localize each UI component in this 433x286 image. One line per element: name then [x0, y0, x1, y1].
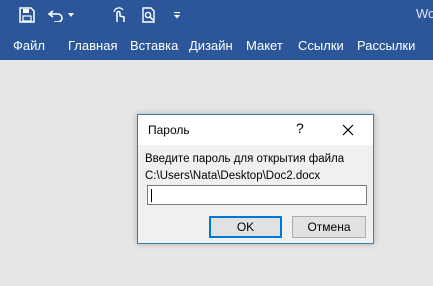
tab-home[interactable]: Главная: [68, 38, 117, 53]
save-button[interactable]: [12, 0, 42, 30]
close-button[interactable]: [338, 120, 358, 140]
password-input[interactable]: [147, 185, 367, 205]
customize-toolbar-icon: [174, 12, 180, 19]
cancel-button[interactable]: Отмена: [292, 216, 366, 238]
password-prompt: Введите пароль для открытия файла: [145, 153, 345, 165]
dialog-title-bar[interactable]: Пароль ?: [138, 115, 373, 145]
title-bar: Wo: [0, 0, 433, 30]
dialog-title: Пароль: [148, 123, 190, 137]
customize-toolbar-button[interactable]: [170, 0, 184, 30]
app-title: Wo: [416, 6, 433, 21]
password-dialog: Пароль ? Введите пароль для открытия фай…: [137, 114, 374, 244]
save-icon: [19, 7, 35, 23]
print-preview-button[interactable]: [138, 0, 160, 30]
close-icon: [342, 124, 354, 136]
tab-references[interactable]: Ссылки: [298, 38, 344, 53]
undo-dropdown-icon: [68, 13, 74, 17]
undo-button[interactable]: [45, 0, 67, 30]
touch-mode-icon: [113, 7, 125, 22]
text-caret: [151, 189, 152, 202]
tab-insert[interactable]: Вставка: [130, 38, 178, 53]
file-path: C:\Users\Nata\Desktop\Doc2.docx: [145, 170, 321, 182]
ok-button[interactable]: OK: [209, 216, 282, 238]
tab-layout[interactable]: Макет: [246, 38, 283, 53]
print-preview-icon: [142, 7, 155, 23]
tab-mailings[interactable]: Рассылки: [357, 38, 415, 53]
touch-mode-button[interactable]: [108, 0, 130, 30]
undo-dropdown-button[interactable]: [65, 0, 77, 30]
help-button[interactable]: ?: [296, 120, 304, 136]
ribbon-tabs: Файл Главная Вставка Дизайн Макет Ссылки…: [0, 30, 433, 60]
undo-icon: [48, 10, 63, 22]
tab-file[interactable]: Файл: [13, 38, 45, 53]
tab-design[interactable]: Дизайн: [189, 38, 233, 53]
